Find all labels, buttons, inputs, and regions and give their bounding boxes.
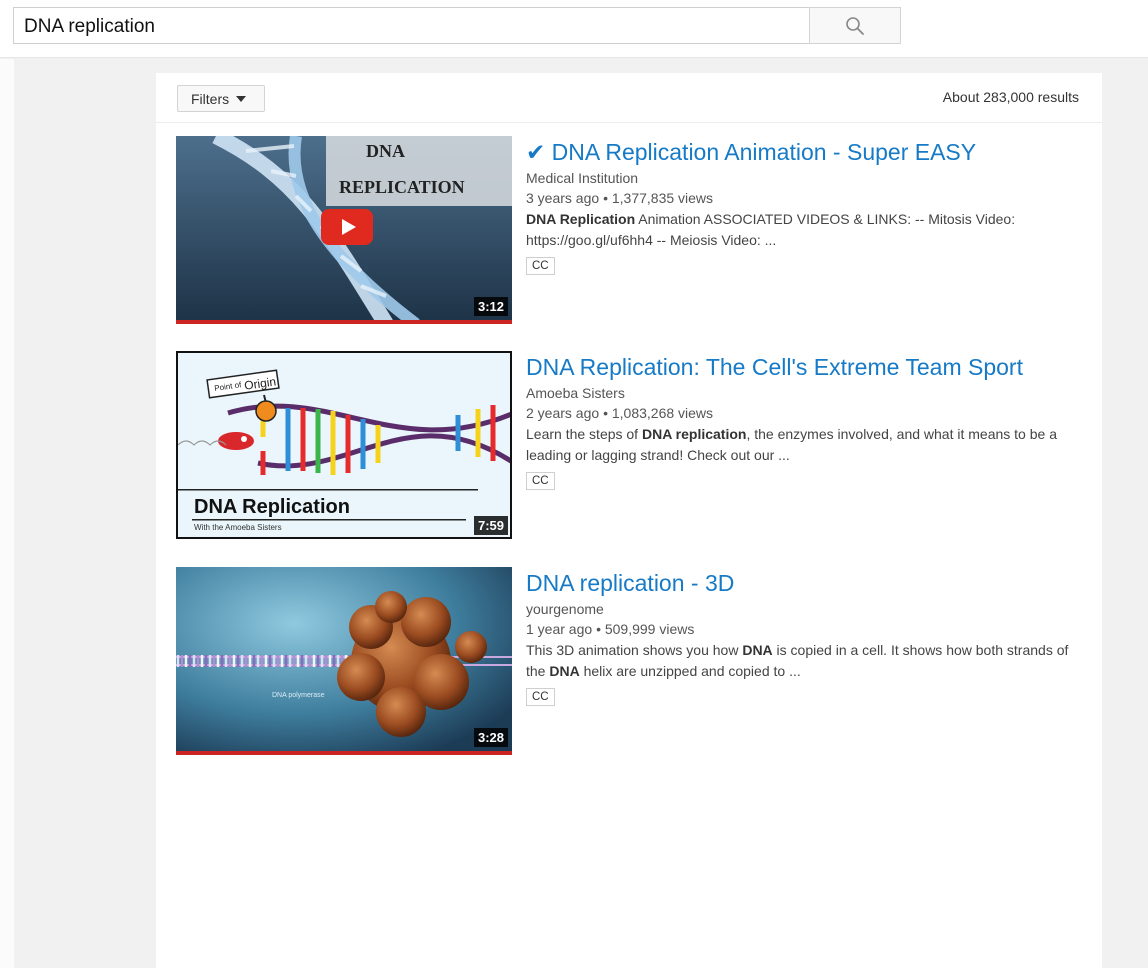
search-input[interactable]: DNA replication	[13, 7, 810, 44]
desc-text: This 3D animation shows you how	[526, 642, 743, 658]
video-meta: 2 years ago • 1,083,268 views	[526, 403, 1086, 423]
upload-age: 1 year ago	[526, 621, 593, 637]
filter-bar: Filters About 283,000 results	[156, 73, 1102, 123]
meta-separator: •	[596, 621, 601, 637]
view-count: 1,083,268 views	[611, 405, 714, 421]
channel-name[interactable]: yourgenome	[526, 600, 1086, 619]
video-title[interactable]: ✔ DNA Replication Animation - Super EASY	[526, 138, 1086, 166]
video-duration: 7:59	[473, 516, 508, 535]
video-thumbnail[interactable]: DNA REPLICATION 3:12	[176, 136, 512, 324]
cc-badge: CC	[526, 472, 555, 490]
desc-highlight: DNA Replication	[526, 211, 636, 227]
video-info: DNA replication - 3D yourgenome 1 year a…	[526, 569, 1086, 706]
video-result[interactable]: DNA polymerase 3:28 DNA replication - 3D…	[176, 567, 1086, 757]
thumb-title-line-1: DNA	[366, 141, 405, 161]
video-title-text: DNA Replication Animation - Super EASY	[551, 139, 977, 165]
video-thumbnail[interactable]: DNA polymerase 3:28	[176, 567, 512, 755]
video-duration: 3:12	[473, 297, 508, 316]
video-title[interactable]: DNA replication - 3D	[526, 569, 1086, 597]
view-count: 1,377,835 views	[611, 190, 714, 206]
thumb-title-line-2: REPLICATION	[339, 177, 465, 197]
video-title[interactable]: DNA Replication: The Cell's Extreme Team…	[526, 353, 1086, 381]
caret-down-icon	[236, 95, 247, 102]
watch-progress-bar	[176, 751, 512, 755]
cc-badge: CC	[526, 257, 555, 275]
play-icon[interactable]	[321, 209, 373, 245]
desc-highlight: DNA	[549, 663, 580, 679]
video-description: Learn the steps of DNA replication, the …	[526, 424, 1086, 466]
filters-button[interactable]: Filters	[177, 85, 265, 112]
meta-separator: •	[603, 405, 608, 421]
checkmark-icon: ✔	[526, 139, 546, 165]
video-duration: 3:28	[473, 728, 508, 747]
desc-highlight: DNA	[742, 642, 773, 658]
video-info: ✔ DNA Replication Animation - Super EASY…	[526, 138, 1086, 275]
result-count: About 283,000 results	[942, 89, 1079, 105]
search-button[interactable]	[809, 7, 901, 44]
desc-highlight: DNA replication	[641, 426, 747, 442]
filters-label: Filters	[191, 90, 230, 107]
thumb-caption: DNA Replication	[194, 496, 350, 518]
desc-text: helix are unzipped and copied to ...	[579, 663, 801, 679]
channel-name[interactable]: Medical Institution	[526, 169, 1086, 188]
video-meta: 1 year ago • 509,999 views	[526, 619, 1086, 639]
video-description: DNA Replication Animation ASSOCIATED VID…	[526, 209, 1086, 251]
cc-badge: CC	[526, 688, 555, 706]
channel-name[interactable]: Amoeba Sisters	[526, 384, 1086, 403]
desc-text: Learn the steps of	[526, 426, 642, 442]
upload-age: 3 years ago	[526, 190, 600, 206]
video-result[interactable]: DNA REPLICATION 3:12 ✔ DNA Replication A…	[176, 136, 1086, 326]
blank-area	[156, 773, 1102, 968]
search-icon	[846, 16, 864, 35]
upload-age: 2 years ago	[526, 405, 600, 421]
thumb-label: DNA polymerase	[272, 692, 325, 699]
results-panel: Filters About 283,000 results DNA REPLIC…	[156, 73, 1102, 968]
view-count: 509,999 views	[604, 621, 695, 637]
video-description: This 3D animation shows you how DNA is c…	[526, 640, 1086, 682]
video-info: DNA Replication: The Cell's Extreme Team…	[526, 353, 1086, 490]
video-meta: 3 years ago • 1,377,835 views	[526, 188, 1086, 208]
left-gutter	[0, 59, 14, 968]
thumb-subcaption: With the Amoeba Sisters	[194, 523, 282, 532]
video-result[interactable]: Point of Origin DNA Replication With the…	[176, 351, 1086, 541]
video-thumbnail[interactable]: Point of Origin DNA Replication With the…	[176, 351, 512, 539]
watch-progress-bar	[176, 320, 512, 324]
meta-separator: •	[603, 190, 608, 206]
masthead: DNA replication	[0, 0, 1148, 58]
